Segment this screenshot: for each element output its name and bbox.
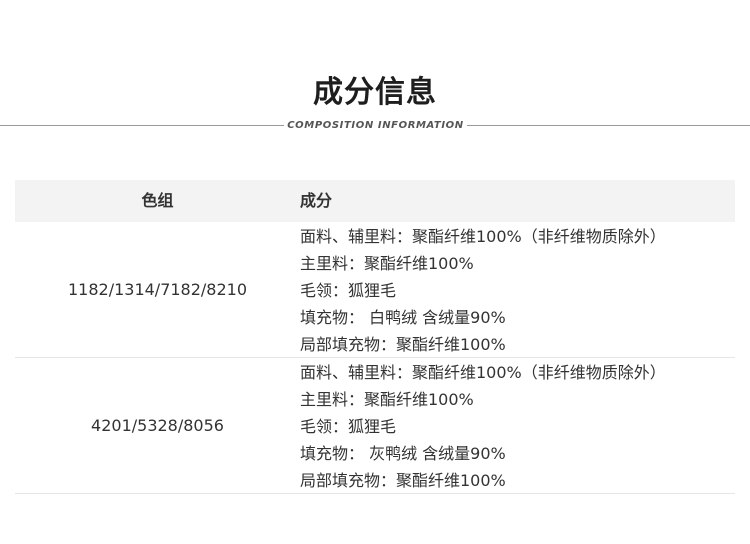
table-row: 4201/5328/8056 面料、辅里料：聚酯纤维100%（非纤维物质除外） … (15, 358, 735, 494)
column-header-composition: 成分 (300, 191, 333, 210)
composition-line: 面料、辅里料：聚酯纤维100%（非纤维物质除外） (300, 363, 666, 382)
composition-line: 毛领：狐狸毛 (300, 281, 397, 300)
divider-left (0, 125, 284, 126)
composition-line: 局部填充物：聚酯纤维100% (300, 335, 506, 354)
composition-cell: 面料、辅里料：聚酯纤维100%（非纤维物质除外） 主里料：聚酯纤维100% 毛领… (300, 358, 735, 494)
composition-line: 局部填充物：聚酯纤维100% (300, 471, 506, 490)
composition-line: 面料、辅里料：聚酯纤维100%（非纤维物质除外） (300, 227, 666, 246)
color-group-cell: 1182/1314/7182/8210 (67, 280, 248, 299)
page-subtitle: COMPOSITION INFORMATION (287, 120, 464, 131)
composition-cell: 面料、辅里料：聚酯纤维100%（非纤维物质除外） 主里料：聚酯纤维100% 毛领… (300, 222, 735, 358)
table-row: 1182/1314/7182/8210 面料、辅里料：聚酯纤维100%（非纤维物… (15, 222, 735, 358)
composition-line: 主里料：聚酯纤维100% (300, 390, 474, 409)
color-group-cell: 4201/5328/8056 (91, 416, 224, 435)
divider-right (467, 125, 750, 126)
composition-line: 填充物： 灰鸭绒 含绒量90% (300, 444, 506, 463)
page-title: 成分信息 (313, 75, 437, 110)
subtitle-row: COMPOSITION INFORMATION (0, 117, 750, 135)
composition-table: 色组 成分 1182/1314/7182/8210 面料、辅里料：聚酯纤维100… (15, 180, 735, 494)
column-header-color-group: 色组 (141, 191, 174, 210)
composition-line: 填充物： 白鸭绒 含绒量90% (300, 308, 506, 327)
composition-line: 毛领：狐狸毛 (300, 417, 397, 436)
table-header: 色组 成分 (15, 180, 735, 222)
composition-line: 主里料：聚酯纤维100% (300, 254, 474, 273)
